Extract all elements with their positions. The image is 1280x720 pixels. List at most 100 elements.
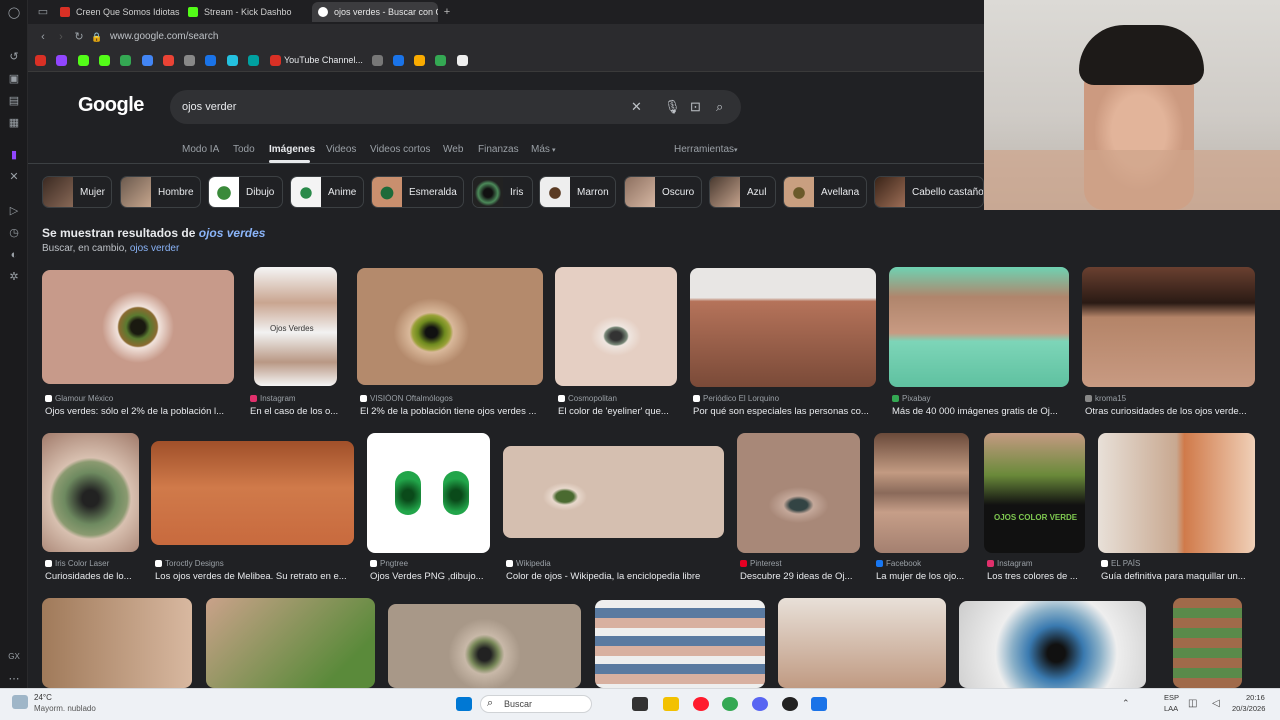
chip-hombre[interactable]: Hombre xyxy=(120,176,201,208)
result-image[interactable] xyxy=(42,598,192,688)
language-indicator[interactable]: ESP xyxy=(1164,693,1179,702)
result-source[interactable]: Periódico El Lorquino xyxy=(693,394,878,403)
result-source[interactable]: Wikipedia xyxy=(506,559,728,568)
chip-dibujo[interactable]: Dibujo xyxy=(208,176,283,208)
result-image[interactable] xyxy=(690,268,876,387)
tab-finanzas[interactable]: Finanzas xyxy=(478,144,519,155)
result-image[interactable] xyxy=(1098,433,1255,553)
tab-item[interactable]: Creen Que Somos Idiotas xyxy=(54,2,180,22)
result-title[interactable]: Curiosidades de lo... xyxy=(45,571,143,582)
easy-setup-icon[interactable]: ▤ xyxy=(7,94,21,108)
search-input[interactable]: ojos verder xyxy=(182,101,236,113)
weather-desc[interactable]: Mayorm. nublado xyxy=(34,704,96,713)
google-logo[interactable]: Google xyxy=(78,94,144,117)
bag-icon[interactable]: ▣ xyxy=(7,72,21,86)
chip-avellana[interactable]: Avellana xyxy=(783,176,867,208)
result-title[interactable]: El 2% de la población tiene ojos verdes … xyxy=(360,406,546,417)
tab-videos[interactable]: Videos xyxy=(326,144,356,155)
weather-temp[interactable]: 24°C xyxy=(34,693,52,702)
result-image[interactable] xyxy=(778,598,946,688)
volume-icon[interactable]: ◁ xyxy=(1212,698,1220,709)
tab-todo[interactable]: Todo xyxy=(233,144,255,155)
tab-imagenes[interactable]: Imágenes xyxy=(269,144,315,155)
result-image[interactable] xyxy=(151,441,354,545)
result-source[interactable]: Toroctly Designs xyxy=(155,559,355,568)
new-tab-icon[interactable]: + xyxy=(440,5,454,19)
bookmark-app-icon[interactable] xyxy=(248,55,259,66)
notes-icon[interactable]: ▦ xyxy=(7,116,21,130)
result-source[interactable]: Iris Color Laser xyxy=(45,559,143,568)
result-title[interactable]: Más de 40 000 imágenes gratis de Oj... xyxy=(892,406,1070,417)
result-image[interactable] xyxy=(555,267,677,386)
result-source[interactable]: Pngtree xyxy=(370,559,492,568)
result-image[interactable] xyxy=(503,446,724,538)
forward-icon[interactable]: › xyxy=(54,30,68,44)
bulb-icon[interactable]: ◐ xyxy=(7,248,21,262)
bookmark-app-icon[interactable] xyxy=(205,55,216,66)
bookmark-app-icon[interactable] xyxy=(120,55,131,66)
url-field[interactable]: www.google.com/search xyxy=(110,31,218,42)
gx-icon[interactable]: GX xyxy=(7,650,21,664)
tray-chevron-icon[interactable]: ⌃ xyxy=(1122,698,1130,709)
result-image[interactable] xyxy=(595,600,765,688)
bookmark-app-icon[interactable] xyxy=(457,55,468,66)
tab-modo-ia[interactable]: Modo IA xyxy=(182,144,219,155)
tab-menu-icon[interactable]: ▭ xyxy=(36,5,50,19)
bookmark-app-icon[interactable] xyxy=(393,55,404,66)
bookmark-youtube-icon[interactable] xyxy=(35,55,46,66)
result-source[interactable]: EL PAÍS xyxy=(1101,559,1257,568)
back-icon[interactable]: ‹ xyxy=(36,30,50,44)
chip-cabello-castano[interactable]: Cabello castaño xyxy=(874,176,984,208)
start-icon[interactable] xyxy=(456,697,472,711)
tools-button[interactable]: Herramientas xyxy=(674,144,734,155)
result-title[interactable]: La mujer de los ojo... xyxy=(876,571,972,582)
result-title[interactable]: Los tres colores de ... xyxy=(987,571,1087,582)
history-icon[interactable]: ↺ xyxy=(7,50,21,64)
file-explorer-icon[interactable] xyxy=(663,697,679,711)
result-title[interactable]: Por qué son especiales las personas co..… xyxy=(693,406,878,417)
player-icon[interactable]: ▷ xyxy=(7,204,21,218)
result-image[interactable] xyxy=(206,598,375,688)
clock-icon[interactable]: ◷ xyxy=(7,226,21,240)
chrome-taskbar-icon[interactable] xyxy=(722,697,738,711)
result-image[interactable]: Ojos Verdes xyxy=(254,267,337,386)
chip-iris[interactable]: Iris xyxy=(472,176,533,208)
bookmark-play-icon[interactable] xyxy=(435,55,446,66)
chip-esmeralda[interactable]: Esmeralda xyxy=(371,176,464,208)
tab-videos-cortos[interactable]: Videos cortos xyxy=(370,144,430,155)
chip-anime[interactable]: Anime xyxy=(290,176,364,208)
result-title[interactable]: En el caso de los o... xyxy=(250,406,345,417)
result-source[interactable]: Instagram xyxy=(987,559,1087,568)
result-source[interactable]: VISIÓON Oftalmólogos xyxy=(360,394,546,403)
weather-icon[interactable] xyxy=(12,695,28,709)
language-indicator-sub[interactable]: LAA xyxy=(1164,704,1178,713)
discord-taskbar-icon[interactable] xyxy=(752,697,768,711)
result-source[interactable]: Instagram xyxy=(250,394,345,403)
result-title[interactable]: Guía definitiva para maquillar un... xyxy=(1101,571,1257,582)
bookmark-twitch-icon[interactable] xyxy=(56,55,67,66)
opera-logo-icon[interactable]: ◯ xyxy=(7,6,21,20)
result-image[interactable]: OJOS COLOR VERDE xyxy=(984,433,1085,553)
result-image[interactable] xyxy=(889,267,1069,387)
tab-web[interactable]: Web xyxy=(443,144,463,155)
chip-oscuro[interactable]: Oscuro xyxy=(624,176,702,208)
taskbar-search[interactable] xyxy=(480,695,592,713)
result-image[interactable] xyxy=(737,433,860,553)
x-icon[interactable]: ✕ xyxy=(7,170,21,184)
chip-mujer[interactable]: Mujer xyxy=(42,176,112,208)
search-box[interactable] xyxy=(170,90,741,124)
bookmark-app-icon[interactable] xyxy=(372,55,383,66)
result-image[interactable] xyxy=(1173,598,1242,688)
tab-item-active[interactable]: ojos verdes - Buscar con G xyxy=(312,2,438,22)
result-source[interactable]: Pinterest xyxy=(740,559,862,568)
result-title[interactable]: El color de 'eyeliner' que... xyxy=(558,406,678,417)
result-source[interactable]: Cosmopolitan xyxy=(558,394,678,403)
bookmark-youtube-channel-icon[interactable] xyxy=(270,55,281,66)
result-image[interactable] xyxy=(874,433,969,553)
bookmark-app-icon[interactable] xyxy=(184,55,195,66)
chip-azul[interactable]: Azul xyxy=(709,176,776,208)
bookmark-youtube-channel[interactable]: YouTube Channel... xyxy=(284,55,363,65)
search-icon[interactable]: ⌕ xyxy=(716,99,723,115)
result-title[interactable]: Ojos verdes: sólo el 2% de la población … xyxy=(45,406,235,417)
clock-time[interactable]: 20:16 xyxy=(1246,693,1265,702)
